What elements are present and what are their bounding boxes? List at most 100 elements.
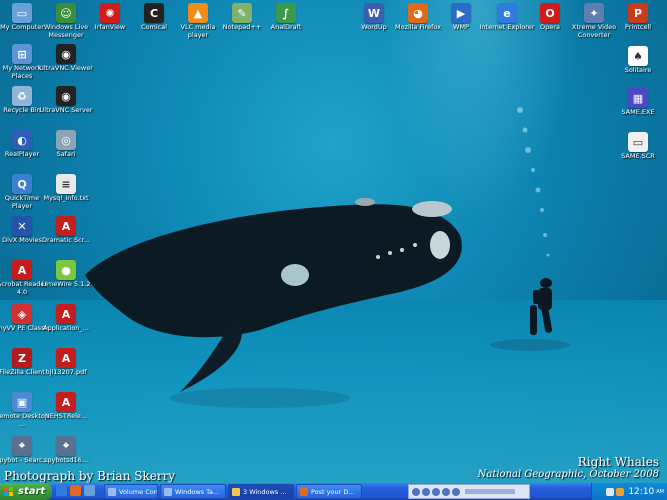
- ultravnc-server-icon: ◉: [56, 86, 76, 106]
- limewire-icon: ●: [56, 260, 76, 280]
- realplayer-icon: ◐: [12, 130, 32, 150]
- irfanview-icon: ✺: [100, 3, 120, 23]
- filezilla-icon: Z: [12, 348, 32, 368]
- spybot-icon: ⌖: [12, 436, 32, 456]
- desktop[interactable]: ▭ My Computer ☺ Windows Live Messenger ✺ Irfa…: [0, 0, 667, 483]
- seek-bar[interactable]: [465, 489, 515, 494]
- system-tray: 12:10 AM: [591, 483, 667, 500]
- quicktime-icon: Q: [12, 174, 32, 194]
- firefox-icon: ◕: [408, 3, 428, 23]
- task-manager-icon: [164, 488, 172, 496]
- caption-source: National Geographic, October 2008: [477, 469, 659, 480]
- desktop-icon-label: SAME.EXE: [621, 108, 655, 116]
- taskbar: start Volume Control Windows Ta... 3 Win…: [0, 483, 667, 500]
- task-label: Volume Control: [119, 488, 158, 496]
- desktop-icon[interactable]: ▭ SAME.SCR: [610, 132, 666, 161]
- vlc-icon: ▲: [188, 3, 208, 23]
- desktop-icon[interactable]: ▦ SAME.EXE: [610, 88, 666, 117]
- desktop-icon-label: NEHSTRele...: [44, 412, 88, 420]
- desktop-icon[interactable]: A Dramatic Scr...: [38, 216, 94, 245]
- pause-icon[interactable]: [432, 487, 440, 496]
- desktop-icon-label: AnalDraft: [270, 23, 302, 31]
- network-places-icon: ⊞: [12, 44, 32, 64]
- wallpaper-photo: [85, 107, 570, 408]
- safari-icon: ◎: [56, 130, 76, 150]
- desktop-icon[interactable]: ◉ UltraVNC Viewer: [38, 44, 94, 73]
- analdraft-icon: ∫: [276, 3, 296, 23]
- start-button[interactable]: start: [0, 483, 52, 500]
- desktop-icon[interactable]: ♠ Solitaire: [610, 46, 666, 75]
- desktop-icon-label: Application_...: [43, 324, 89, 332]
- opera-icon: O: [540, 3, 560, 23]
- next-icon[interactable]: [452, 487, 460, 496]
- clock-ampm: AM: [656, 488, 664, 495]
- solitaire-icon: ♠: [628, 46, 648, 66]
- media-player-toolbar[interactable]: [408, 484, 530, 499]
- speaker-icon[interactable]: [606, 487, 615, 496]
- my-computer-icon: ▭: [12, 3, 32, 23]
- recycle-bin-icon: ♻: [12, 86, 32, 106]
- desktop-icon[interactable]: ⌖ spybotsd16...: [38, 436, 94, 465]
- show-desktop-icon[interactable]: [84, 485, 95, 496]
- divx-icon: ✕: [12, 216, 32, 236]
- task-label: 3 Windows ...: [243, 488, 287, 496]
- desktop-icon[interactable]: ≡ Mysql_info.txt: [38, 174, 94, 203]
- desktop-icon-label: SAME.SCR: [621, 152, 655, 160]
- task-label: Windows Ta...: [175, 488, 220, 496]
- firefox-quicklaunch-icon[interactable]: [70, 485, 81, 496]
- pdf-file-icon: A: [56, 216, 76, 236]
- wmp-icon: ▶: [451, 3, 471, 23]
- printcell-icon: P: [628, 3, 648, 23]
- acrobat-icon: A: [12, 260, 32, 280]
- prev-icon[interactable]: [412, 487, 420, 496]
- desktop-icon-label: bjl13207.pdf: [45, 368, 87, 376]
- ie-quicklaunch-icon[interactable]: [56, 485, 67, 496]
- desktop-icon[interactable]: ● LimeWire 5.1.2: [38, 260, 94, 289]
- network-icon[interactable]: [616, 487, 625, 496]
- internet-explorer-icon: e: [497, 3, 517, 23]
- pdf-file-icon: A: [56, 348, 76, 368]
- desktop-icon-label: UltraVNC Server: [39, 106, 93, 114]
- desktop-icon-label: Solitaire: [624, 66, 652, 74]
- diver: [530, 278, 553, 335]
- desktop-icon[interactable]: ∫ AnalDraft: [258, 3, 314, 32]
- stop-icon[interactable]: [442, 487, 450, 496]
- firefox-icon: [300, 488, 308, 496]
- clock[interactable]: 12:10: [628, 487, 654, 497]
- screensaver-icon: ▭: [628, 132, 648, 152]
- play-icon[interactable]: [422, 487, 430, 496]
- desktop-icon-label: spybotsd16...: [44, 456, 88, 464]
- desktop-icon-label: LimeWire 5.1.2: [41, 280, 91, 288]
- desktop-icon[interactable]: P Printcell: [610, 3, 666, 32]
- task-windows-explorer-group[interactable]: 3 Windows ...: [228, 484, 294, 499]
- task-label: Post your D...: [311, 488, 355, 496]
- desktop-icon[interactable]: A Application_...: [38, 304, 94, 333]
- same-exe-icon: ▦: [628, 88, 648, 108]
- ultravnc-viewer-icon: ◉: [56, 44, 76, 64]
- desktop-icon-label: Safari: [56, 150, 76, 158]
- desktop-icon[interactable]: A NEHSTRele...: [38, 392, 94, 421]
- task-windows-task-manager[interactable]: Windows Ta...: [160, 484, 226, 499]
- volume-icon: [108, 488, 116, 496]
- comical-icon: C: [144, 3, 164, 23]
- windows-logo-icon: [4, 486, 14, 497]
- start-label: start: [18, 486, 46, 497]
- desktop-icon-label: Mysql_info.txt: [43, 194, 89, 202]
- pdf-file-icon: A: [56, 304, 76, 324]
- wallpaper-caption: Right Whales National Geographic, Octobe…: [478, 455, 659, 480]
- task-volume-control[interactable]: Volume Control: [104, 484, 158, 499]
- desktop-icon[interactable]: ◉ UltraVNC Server: [38, 86, 94, 115]
- desktop-icon-label: Printcell: [624, 23, 652, 31]
- messenger-icon: ☺: [56, 3, 76, 23]
- photo-credit: Photograph by Brian Skerry: [4, 469, 176, 483]
- desktop-icon-label: UltraVNC Viewer: [39, 64, 93, 72]
- desktop-icon[interactable]: ◎ Safari: [38, 130, 94, 159]
- installer-icon: ⌖: [56, 436, 76, 456]
- video-converter-icon: ✦: [584, 3, 604, 23]
- desktop-icon[interactable]: Abjl13207.pdf: [38, 348, 94, 377]
- wordup-icon: W: [364, 3, 384, 23]
- remote-desktop-icon: ▣: [12, 392, 32, 412]
- task-firefox-post[interactable]: Post your D...: [296, 484, 362, 499]
- whale: [85, 204, 462, 338]
- anyvv-icon: ◈: [12, 304, 32, 324]
